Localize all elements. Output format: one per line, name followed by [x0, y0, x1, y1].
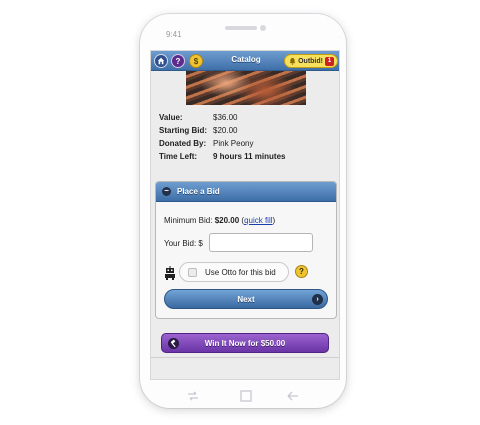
front-camera	[260, 25, 266, 31]
win-it-now-label: Win It Now for $50.00	[204, 338, 286, 348]
quick-fill-link[interactable]: quick fill	[244, 216, 272, 225]
item-details: Value: $36.00 Starting Bid: $20.00 Donat…	[159, 113, 339, 165]
chevron-right-icon: ›	[312, 294, 323, 305]
bid-amount-input[interactable]	[209, 233, 313, 252]
detail-row-value: Value: $36.00	[159, 113, 339, 126]
otto-checkbox[interactable]	[188, 267, 197, 277]
detail-row-donated-by: Donated By: Pink Peony	[159, 139, 339, 152]
next-button[interactable]: Next ›	[164, 289, 328, 309]
detail-value: Pink Peony	[213, 139, 254, 148]
robot-icon	[165, 266, 175, 280]
win-it-now-button[interactable]: Win It Now for $50.00	[161, 333, 329, 353]
collapse-icon: −	[162, 187, 171, 196]
app-header: ? $ Catalog Outbid! 1	[151, 51, 339, 71]
speaker-grille	[225, 26, 257, 30]
outbid-count: 1	[325, 56, 334, 66]
place-bid-panel: − Place a Bid Minimum Bid: $20.00 (quick…	[155, 181, 337, 319]
use-otto-toggle[interactable]: Use Otto for this bid	[179, 262, 289, 282]
phone-frame: 9:41 ? $ Catalog Outbid! 1 Value: $36.00…	[140, 14, 346, 408]
item-photo	[186, 71, 306, 105]
recent-apps-icon[interactable]	[186, 389, 200, 403]
back-arrow-icon[interactable]	[286, 389, 300, 403]
divider	[151, 357, 339, 358]
outbid-badge[interactable]: Outbid! 1	[284, 54, 338, 68]
home-square-icon[interactable]	[239, 389, 253, 403]
place-bid-title: Place a Bid	[177, 187, 220, 196]
detail-row-time-left: Time Left: 9 hours 11 minutes	[159, 152, 339, 165]
detail-value: $36.00	[213, 113, 238, 122]
your-bid-label: Your Bid: $	[164, 239, 203, 248]
bell-icon	[289, 57, 296, 65]
otto-label: Use Otto for this bid	[205, 267, 276, 277]
app-screen: ? $ Catalog Outbid! 1 Value: $36.00 Star…	[150, 50, 340, 380]
detail-label: Donated By:	[159, 139, 207, 148]
place-bid-header[interactable]: − Place a Bid	[156, 182, 336, 202]
help-icon: ?	[299, 267, 304, 276]
detail-label: Starting Bid:	[159, 126, 207, 135]
minimum-bid-value: $20.00	[214, 216, 240, 225]
paren-close: )	[272, 216, 276, 225]
detail-value: $20.00	[213, 126, 238, 135]
detail-label: Time Left:	[159, 152, 198, 161]
outbid-label: Outbid!	[298, 57, 323, 65]
hammer-icon	[168, 338, 179, 349]
detail-label: Value:	[159, 113, 183, 122]
minimum-bid: Minimum Bid: $20.00 (quick fill)	[164, 216, 275, 225]
minimum-bid-label: Minimum Bid:	[164, 216, 213, 225]
status-time: 9:41	[166, 30, 182, 39]
detail-row-starting-bid: Starting Bid: $20.00	[159, 126, 339, 139]
next-label: Next	[237, 294, 255, 304]
otto-help-button[interactable]: ?	[295, 265, 308, 278]
android-nav-bar	[186, 389, 306, 405]
detail-value: 9 hours 11 minutes	[213, 152, 286, 161]
